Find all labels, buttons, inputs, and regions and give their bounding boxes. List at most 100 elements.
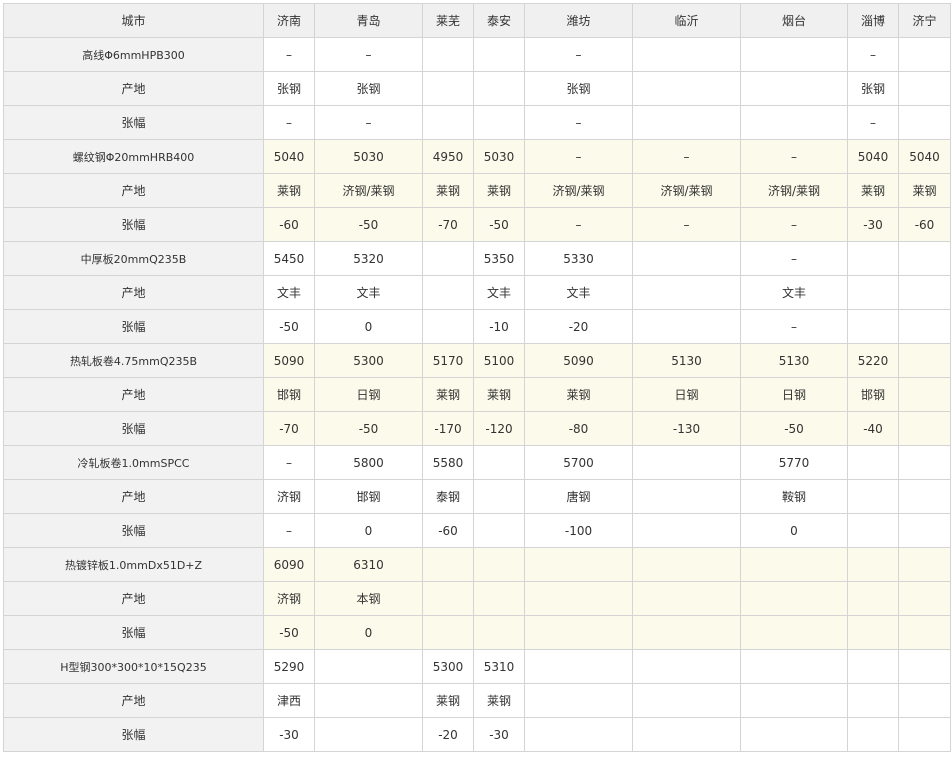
price-cell: 6090 bbox=[263, 547, 315, 582]
origin-cell: 邯钢 bbox=[847, 377, 899, 412]
change-cell bbox=[898, 717, 951, 752]
change-cell: -70 bbox=[263, 411, 315, 446]
header-city-column: 济宁 bbox=[898, 3, 951, 38]
origin-label-cell: 产地 bbox=[3, 377, 264, 412]
change-cell: -50 bbox=[263, 615, 315, 650]
origin-cell: 日钢 bbox=[740, 377, 848, 412]
change-cell bbox=[847, 615, 899, 650]
origin-cell: 文丰 bbox=[473, 275, 525, 310]
origin-cell: 莱钢 bbox=[422, 377, 474, 412]
table-row-product: H型钢300*300*10*15Q235 5290 5300 5310 bbox=[3, 649, 951, 684]
table-row-change: 张幅 -50 0 bbox=[3, 615, 951, 650]
origin-cell bbox=[422, 71, 474, 106]
origin-cell: 济钢/莱钢 bbox=[740, 173, 848, 208]
origin-cell bbox=[524, 683, 633, 718]
change-cell bbox=[632, 615, 741, 650]
change-cell bbox=[632, 309, 741, 344]
change-cell: -60 bbox=[898, 207, 951, 242]
price-cell bbox=[740, 547, 848, 582]
price-cell: – bbox=[740, 241, 848, 276]
origin-label-cell: 产地 bbox=[3, 173, 264, 208]
change-cell: -50 bbox=[740, 411, 848, 446]
origin-cell bbox=[314, 683, 423, 718]
price-cell: – bbox=[524, 37, 633, 72]
price-cell: – bbox=[632, 139, 741, 174]
origin-label-cell: 产地 bbox=[3, 275, 264, 310]
product-name-cell: H型钢300*300*10*15Q235 bbox=[3, 649, 264, 684]
price-cell: – bbox=[524, 139, 633, 174]
price-cell bbox=[632, 241, 741, 276]
price-cell bbox=[632, 649, 741, 684]
price-cell bbox=[847, 649, 899, 684]
price-cell: 5040 bbox=[847, 139, 899, 174]
table-row-product: 冷轧板卷1.0mmSPCC –5800 5580 5700 5770 bbox=[3, 445, 951, 480]
origin-cell bbox=[740, 683, 848, 718]
product-name-cell: 螺纹钢Φ20mmHRB400 bbox=[3, 139, 264, 174]
change-cell bbox=[847, 309, 899, 344]
origin-cell: 莱钢 bbox=[473, 173, 525, 208]
origin-cell: 济钢/莱钢 bbox=[314, 173, 423, 208]
change-cell bbox=[740, 717, 848, 752]
table-header-row: 城市 济南 青岛 莱芜 泰安 潍坊 临沂 烟台 淄博 济宁 bbox=[3, 3, 951, 38]
origin-cell: 日钢 bbox=[314, 377, 423, 412]
price-cell: 5300 bbox=[314, 343, 423, 378]
price-cell bbox=[473, 547, 525, 582]
change-cell bbox=[740, 615, 848, 650]
price-cell: 5090 bbox=[524, 343, 633, 378]
change-cell: -130 bbox=[632, 411, 741, 446]
price-cell: 5220 bbox=[847, 343, 899, 378]
header-city-column: 淄博 bbox=[847, 3, 899, 38]
price-cell: 5310 bbox=[473, 649, 525, 684]
origin-cell: 济钢 bbox=[263, 581, 315, 616]
change-label-cell: 张幅 bbox=[3, 207, 264, 242]
origin-cell: 日钢 bbox=[632, 377, 741, 412]
price-cell bbox=[847, 445, 899, 480]
change-cell bbox=[898, 615, 951, 650]
change-cell: -20 bbox=[524, 309, 633, 344]
price-cell bbox=[422, 547, 474, 582]
price-cell bbox=[314, 649, 423, 684]
change-cell: 0 bbox=[740, 513, 848, 548]
change-cell: – bbox=[740, 207, 848, 242]
change-cell: 0 bbox=[314, 615, 423, 650]
change-cell bbox=[473, 513, 525, 548]
price-cell bbox=[740, 649, 848, 684]
price-cell bbox=[632, 445, 741, 480]
change-cell: -50 bbox=[314, 411, 423, 446]
origin-cell bbox=[898, 275, 951, 310]
origin-cell: 文丰 bbox=[524, 275, 633, 310]
change-cell: -120 bbox=[473, 411, 525, 446]
table-row-origin: 产地 张钢 张钢 张钢 张钢 bbox=[3, 71, 951, 106]
price-cell: 5090 bbox=[263, 343, 315, 378]
price-cell bbox=[898, 241, 951, 276]
price-cell bbox=[898, 343, 951, 378]
change-cell: -20 bbox=[422, 717, 474, 752]
change-label-cell: 张幅 bbox=[3, 411, 264, 446]
origin-cell: 莱钢 bbox=[898, 173, 951, 208]
origin-cell: 文丰 bbox=[314, 275, 423, 310]
steel-price-table: 城市 济南 青岛 莱芜 泰安 潍坊 临沂 烟台 淄博 济宁 高线Φ6mmHPB300– – – – 产地张… bbox=[3, 3, 951, 752]
price-cell: 5170 bbox=[422, 343, 474, 378]
origin-cell: 邯钢 bbox=[314, 479, 423, 514]
price-cell: 5350 bbox=[473, 241, 525, 276]
origin-cell bbox=[898, 377, 951, 412]
header-city: 城市 bbox=[3, 3, 264, 38]
price-cell bbox=[632, 37, 741, 72]
origin-cell: 莱钢 bbox=[847, 173, 899, 208]
origin-cell bbox=[524, 581, 633, 616]
price-cell bbox=[898, 445, 951, 480]
change-cell bbox=[898, 309, 951, 344]
price-cell: – bbox=[263, 37, 315, 72]
change-cell bbox=[473, 615, 525, 650]
origin-cell: 邯钢 bbox=[263, 377, 315, 412]
change-cell: -70 bbox=[422, 207, 474, 242]
change-cell: -50 bbox=[473, 207, 525, 242]
price-cell bbox=[898, 37, 951, 72]
origin-cell bbox=[632, 71, 741, 106]
origin-cell: 莱钢 bbox=[422, 173, 474, 208]
price-cell: 5330 bbox=[524, 241, 633, 276]
origin-cell: 济钢/莱钢 bbox=[524, 173, 633, 208]
change-cell: 0 bbox=[314, 513, 423, 548]
origin-cell bbox=[473, 581, 525, 616]
table-row-product: 中厚板20mmQ235B 5450 5320 5350 5330 – bbox=[3, 241, 951, 276]
